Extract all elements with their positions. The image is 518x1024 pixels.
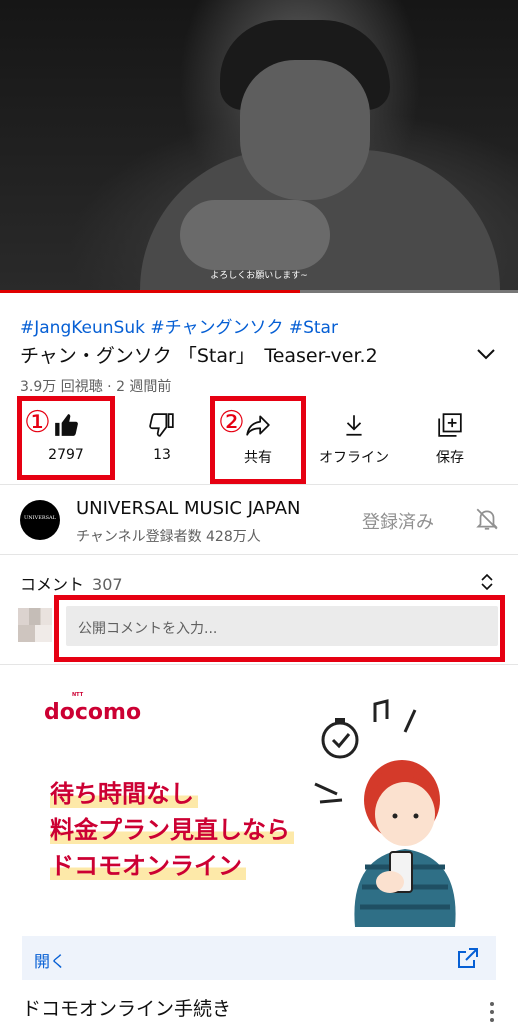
video-hashtags[interactable]: #JangKeunSuk #チャングンソク #Star — [20, 313, 338, 338]
annotation-badge-1: ① — [24, 405, 51, 440]
dislike-button[interactable]: 13 — [112, 402, 212, 480]
expand-toggle-icon[interactable] — [478, 572, 496, 592]
divider — [0, 484, 518, 485]
download-button[interactable]: オフライン — [304, 402, 404, 480]
dislike-count: 13 — [153, 447, 171, 463]
video-meta: 3.9万 回視聴 · 2 週間前 — [20, 379, 172, 395]
comments-label: コメント — [20, 575, 85, 594]
divider — [0, 664, 518, 665]
channel-row[interactable]: UNIVERSAL UNIVERSAL MUSIC JAPAN チャンネル登録者… — [0, 490, 518, 552]
progress-fill — [0, 290, 301, 293]
comments-header: コメント 307 — [20, 571, 123, 595]
ad-open-button[interactable]: 開く — [22, 936, 496, 980]
save-label: 保存 — [436, 450, 464, 466]
chevron-down-icon[interactable] — [474, 344, 498, 364]
ad-line-1: 待ち時間なし — [50, 774, 198, 809]
divider — [0, 554, 518, 555]
channel-avatar[interactable]: UNIVERSAL — [20, 500, 60, 540]
person-with-phone-illustration — [314, 699, 456, 927]
comments-count: 307 — [92, 575, 123, 594]
video-subtitle: よろしくお願いします~ — [210, 271, 308, 281]
open-label: 開く — [34, 952, 67, 971]
ad-line-3: ドコモオンライン — [50, 846, 246, 881]
ad-banner[interactable]: NTT docomo 待ち時間なし 料金プラン見直しなら ドコモオンライン — [0, 672, 518, 932]
comments-section[interactable]: コメント 307 公開コメントを入力... — [0, 562, 518, 662]
bell-off-icon[interactable] — [474, 506, 500, 532]
video-progress-bar[interactable] — [0, 290, 518, 293]
user-avatar — [18, 608, 52, 642]
ad-line-2: 料金プラン見直しなら — [50, 810, 294, 845]
annotation-badge-2: ② — [218, 405, 245, 440]
video-frame — [0, 0, 518, 293]
download-icon — [346, 415, 362, 436]
more-vert-icon[interactable] — [488, 1000, 496, 1024]
docomo-logo: NTT docomo — [44, 692, 142, 725]
video-title: チャン・グンソク 「Star」 Teaser-ver.2 — [20, 345, 378, 367]
external-link-icon — [458, 948, 478, 968]
ad-title: ドコモオンライン手続き — [22, 998, 232, 1020]
video-player[interactable]: よろしくお願いします~ — [0, 0, 518, 293]
channel-subscribers: チャンネル登録者数 428万人 — [76, 529, 261, 545]
subscribed-button[interactable]: 登録済み — [362, 508, 434, 534]
playlist-add-icon — [438, 413, 462, 437]
channel-name[interactable]: UNIVERSAL MUSIC JAPAN — [76, 498, 300, 519]
download-label: オフライン — [319, 450, 389, 466]
save-button[interactable]: 保存 — [400, 402, 500, 480]
comment-input[interactable]: 公開コメントを入力... — [66, 606, 498, 646]
thumbs-down-icon — [149, 413, 174, 437]
